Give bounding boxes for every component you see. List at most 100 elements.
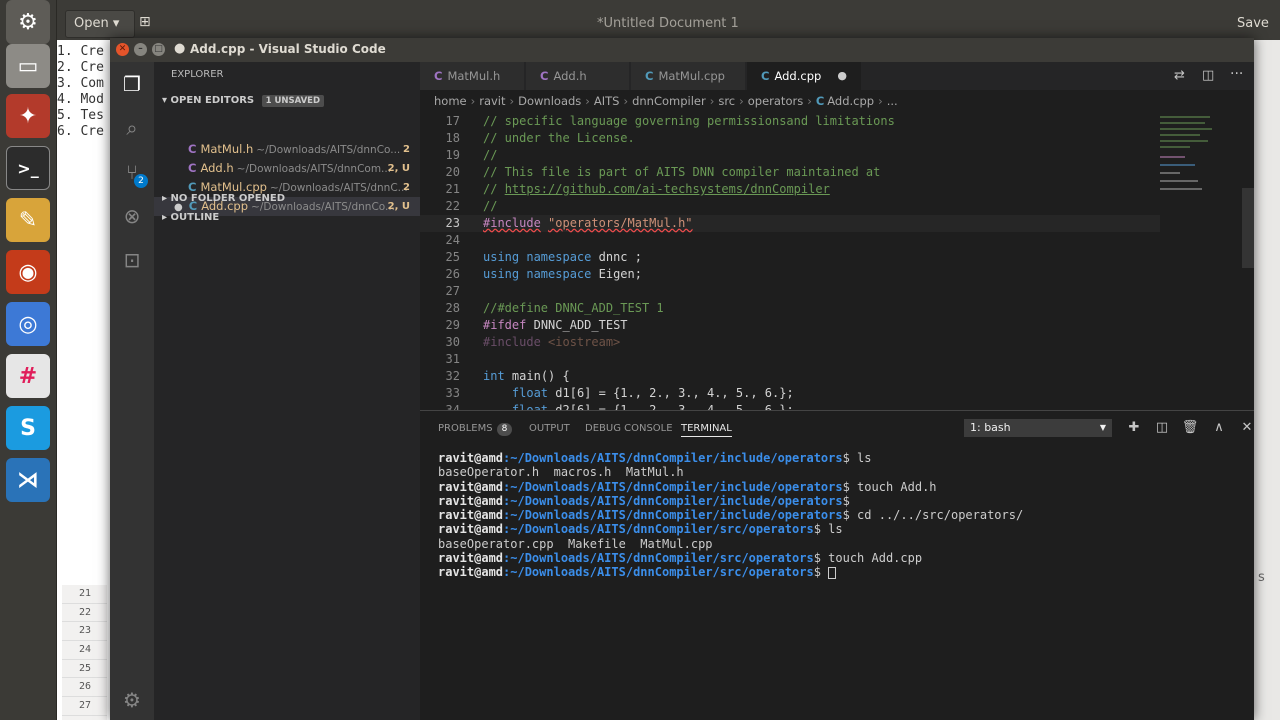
- tab-matmul-cpp[interactable]: C MatMul.cpp: [631, 62, 746, 90]
- code-line[interactable]: 21 // https://github.com/ai-techsystems/d…: [420, 181, 1160, 198]
- unsaved-dot-icon[interactable]: ●: [837, 62, 847, 90]
- split-terminal-icon[interactable]: ◫: [1153, 419, 1171, 437]
- c-file-icon: C: [434, 69, 443, 83]
- chevron-right-icon: ›: [623, 94, 629, 108]
- kill-terminal-icon[interactable]: 🗑: [1181, 419, 1199, 437]
- terminal-prompt-user: ravit@amd: [438, 451, 504, 465]
- tab-add-cpp[interactable]: C Add.cpp ●: [747, 62, 862, 90]
- close-window-button[interactable]: ✕: [116, 43, 129, 56]
- terminal-output-text: baseOperator.cpp Makefile MatMul.cpp: [438, 536, 713, 551]
- terminal-icon[interactable]: >_: [6, 146, 50, 190]
- split-editor-icon[interactable]: ◫: [1202, 68, 1214, 83]
- breadcrumb-item[interactable]: ravit: [479, 94, 505, 108]
- code-token: float: [511, 403, 549, 410]
- new-document-icon[interactable]: ⊞: [139, 14, 151, 30]
- code-line[interactable]: 27: [420, 283, 1160, 300]
- code-line[interactable]: 17 // specific language governing permiss…: [420, 113, 1160, 130]
- breadcrumb-item[interactable]: Downloads: [518, 94, 581, 108]
- terminal-prompt-path: :~/Downloads/AITS/dnnCompiler/src/operat…: [503, 551, 814, 566]
- chevron-down-icon: ▾: [162, 95, 168, 106]
- maximize-window-button[interactable]: □: [152, 43, 165, 56]
- terminal-prompt-user: ravit@amd: [438, 493, 504, 508]
- tab-add-h[interactable]: C Add.h: [526, 62, 630, 90]
- gedit-scrollbar[interactable]: s: [1254, 40, 1280, 720]
- line-number: 22: [445, 199, 460, 213]
- breadcrumb-item[interactable]: dnnCompiler: [632, 94, 706, 108]
- minimap[interactable]: [1160, 112, 1220, 202]
- open-editor-item[interactable]: C MatMul.h ~/Downloads/AITS/dnnCo... 2: [154, 140, 420, 159]
- open-editor-item[interactable]: C Add.h ~/Downloads/AITS/dnnCom... 2, U: [154, 159, 420, 178]
- save-button[interactable]: Save: [1237, 16, 1269, 31]
- code-line[interactable]: 31: [420, 351, 1160, 368]
- text-editor-icon[interactable]: ✎: [6, 198, 50, 242]
- maximize-panel-icon[interactable]: ∧: [1210, 419, 1228, 437]
- code-line[interactable]: 19 //: [420, 147, 1160, 164]
- code-line[interactable]: 32 int main() {: [420, 368, 1160, 385]
- terminal-line: ravit@amd:~/Downloads/AITS/dnnCompiler/s…: [438, 522, 1248, 536]
- breadcrumb-item[interactable]: AITS: [594, 94, 620, 108]
- tab-problems[interactable]: PROBLEMS 8: [438, 421, 513, 437]
- vscode-launcher-icon[interactable]: ⋊: [6, 458, 50, 502]
- editor-scrollbar[interactable]: [1242, 188, 1254, 268]
- breadcrumb-item[interactable]: ...: [887, 94, 898, 108]
- settings-gear-icon[interactable]: ⚙: [118, 686, 146, 714]
- tab-matmul-h[interactable]: C MatMul.h: [420, 62, 525, 90]
- debug-icon[interactable]: ⊗: [118, 202, 146, 230]
- terminal-command: $ ls: [813, 522, 843, 537]
- system-settings-icon[interactable]: ✦: [6, 94, 50, 138]
- tab-label: MatMul.cpp: [658, 69, 725, 83]
- code-line[interactable]: 20 // This file is part of AITS DNN compi…: [420, 164, 1160, 181]
- breadcrumb: home › ravit › Downloads › AITS › dnnCompiler › sr…: [420, 90, 1254, 112]
- open-changes-icon[interactable]: ⇄: [1174, 68, 1185, 83]
- code-token: //: [483, 199, 498, 213]
- new-terminal-icon[interactable]: ✚: [1125, 419, 1143, 437]
- tab-label: Add.h: [553, 69, 587, 83]
- code-line[interactable]: 34 float d2[6] = {1., 2., 3., 4., 5., 6.…: [420, 402, 1160, 410]
- audacity-icon[interactable]: ◉: [6, 250, 50, 294]
- extensions-icon[interactable]: ⊡: [118, 246, 146, 274]
- minimize-window-button[interactable]: –: [134, 43, 147, 56]
- code-line[interactable]: 33 float d1[6] = {1., 2., 3., 4., 5., 6.…: [420, 385, 1160, 402]
- code-line[interactable]: 25 using namespace dnnc ;: [420, 249, 1160, 266]
- terminal-select[interactable]: 1: bash ▼: [964, 419, 1112, 437]
- terminal-output[interactable]: ravit@amd:~/Downloads/AITS/dnnCompiler/i…: [438, 451, 1248, 580]
- tab-debug-console[interactable]: DEBUG CONSOLE: [585, 421, 673, 437]
- code-line[interactable]: 24: [420, 232, 1160, 249]
- code-line[interactable]: 23 #include "operators/MatMul.h": [420, 215, 1160, 232]
- unsaved-dot-icon: ●: [174, 41, 186, 56]
- tab-output[interactable]: OUTPUT: [529, 421, 570, 437]
- chevron-right-icon: ›: [739, 94, 744, 108]
- line-number: 26: [445, 267, 460, 281]
- code-line[interactable]: 30 #include <iostream>: [420, 334, 1160, 351]
- breadcrumb-item[interactable]: home: [434, 94, 467, 108]
- breadcrumb-item[interactable]: Add.cpp: [827, 94, 874, 108]
- code-line[interactable]: 29 #ifdef DNNC_ADD_TEST: [420, 317, 1160, 334]
- skype-icon[interactable]: S: [6, 406, 50, 450]
- code-line[interactable]: 28 //#define DNNC_ADD_TEST 1: [420, 300, 1160, 317]
- explorer-icon[interactable]: ❐: [118, 70, 146, 98]
- files-icon[interactable]: ▭: [6, 44, 50, 88]
- close-panel-icon[interactable]: ✕: [1238, 419, 1256, 437]
- open-editors-section[interactable]: ▾ OPEN EDITORS 1 UNSAVED: [154, 91, 420, 111]
- search-icon[interactable]: ⌕: [118, 114, 146, 142]
- more-actions-icon[interactable]: ···: [1230, 66, 1243, 82]
- chromium-icon[interactable]: ◎: [6, 302, 50, 346]
- tab-terminal[interactable]: TERMINAL: [681, 421, 732, 437]
- no-folder-section[interactable]: ▸ NO FOLDER OPENED: [154, 189, 420, 209]
- line-number: 20: [445, 165, 460, 179]
- breadcrumb-item[interactable]: operators: [748, 94, 803, 108]
- breadcrumb-item[interactable]: src: [718, 94, 735, 108]
- code-line[interactable]: 18 // under the License.: [420, 130, 1160, 147]
- terminal-prompt-user: ravit@amd: [438, 508, 504, 523]
- code-line[interactable]: 26 using namespace Eigen;: [420, 266, 1160, 283]
- outline-section[interactable]: ▸ OUTLINE: [154, 208, 420, 228]
- code-editor[interactable]: 17 // specific language governing permiss…: [420, 112, 1254, 410]
- terminal-command: $ cd ../../src/operators/: [842, 508, 1024, 523]
- ubuntu-dash-icon[interactable]: ⚙: [6, 0, 50, 44]
- gedit-title: *Untitled Document 1: [597, 16, 739, 31]
- slack-icon[interactable]: #: [6, 354, 50, 398]
- terminal-prompt-path: :~/Downloads/AITS/dnnCompiler/include/op…: [503, 479, 843, 494]
- unsaved-badge: 1 UNSAVED: [261, 95, 325, 107]
- open-button[interactable]: Open ▾: [65, 10, 135, 38]
- code-line[interactable]: 22 //: [420, 198, 1160, 215]
